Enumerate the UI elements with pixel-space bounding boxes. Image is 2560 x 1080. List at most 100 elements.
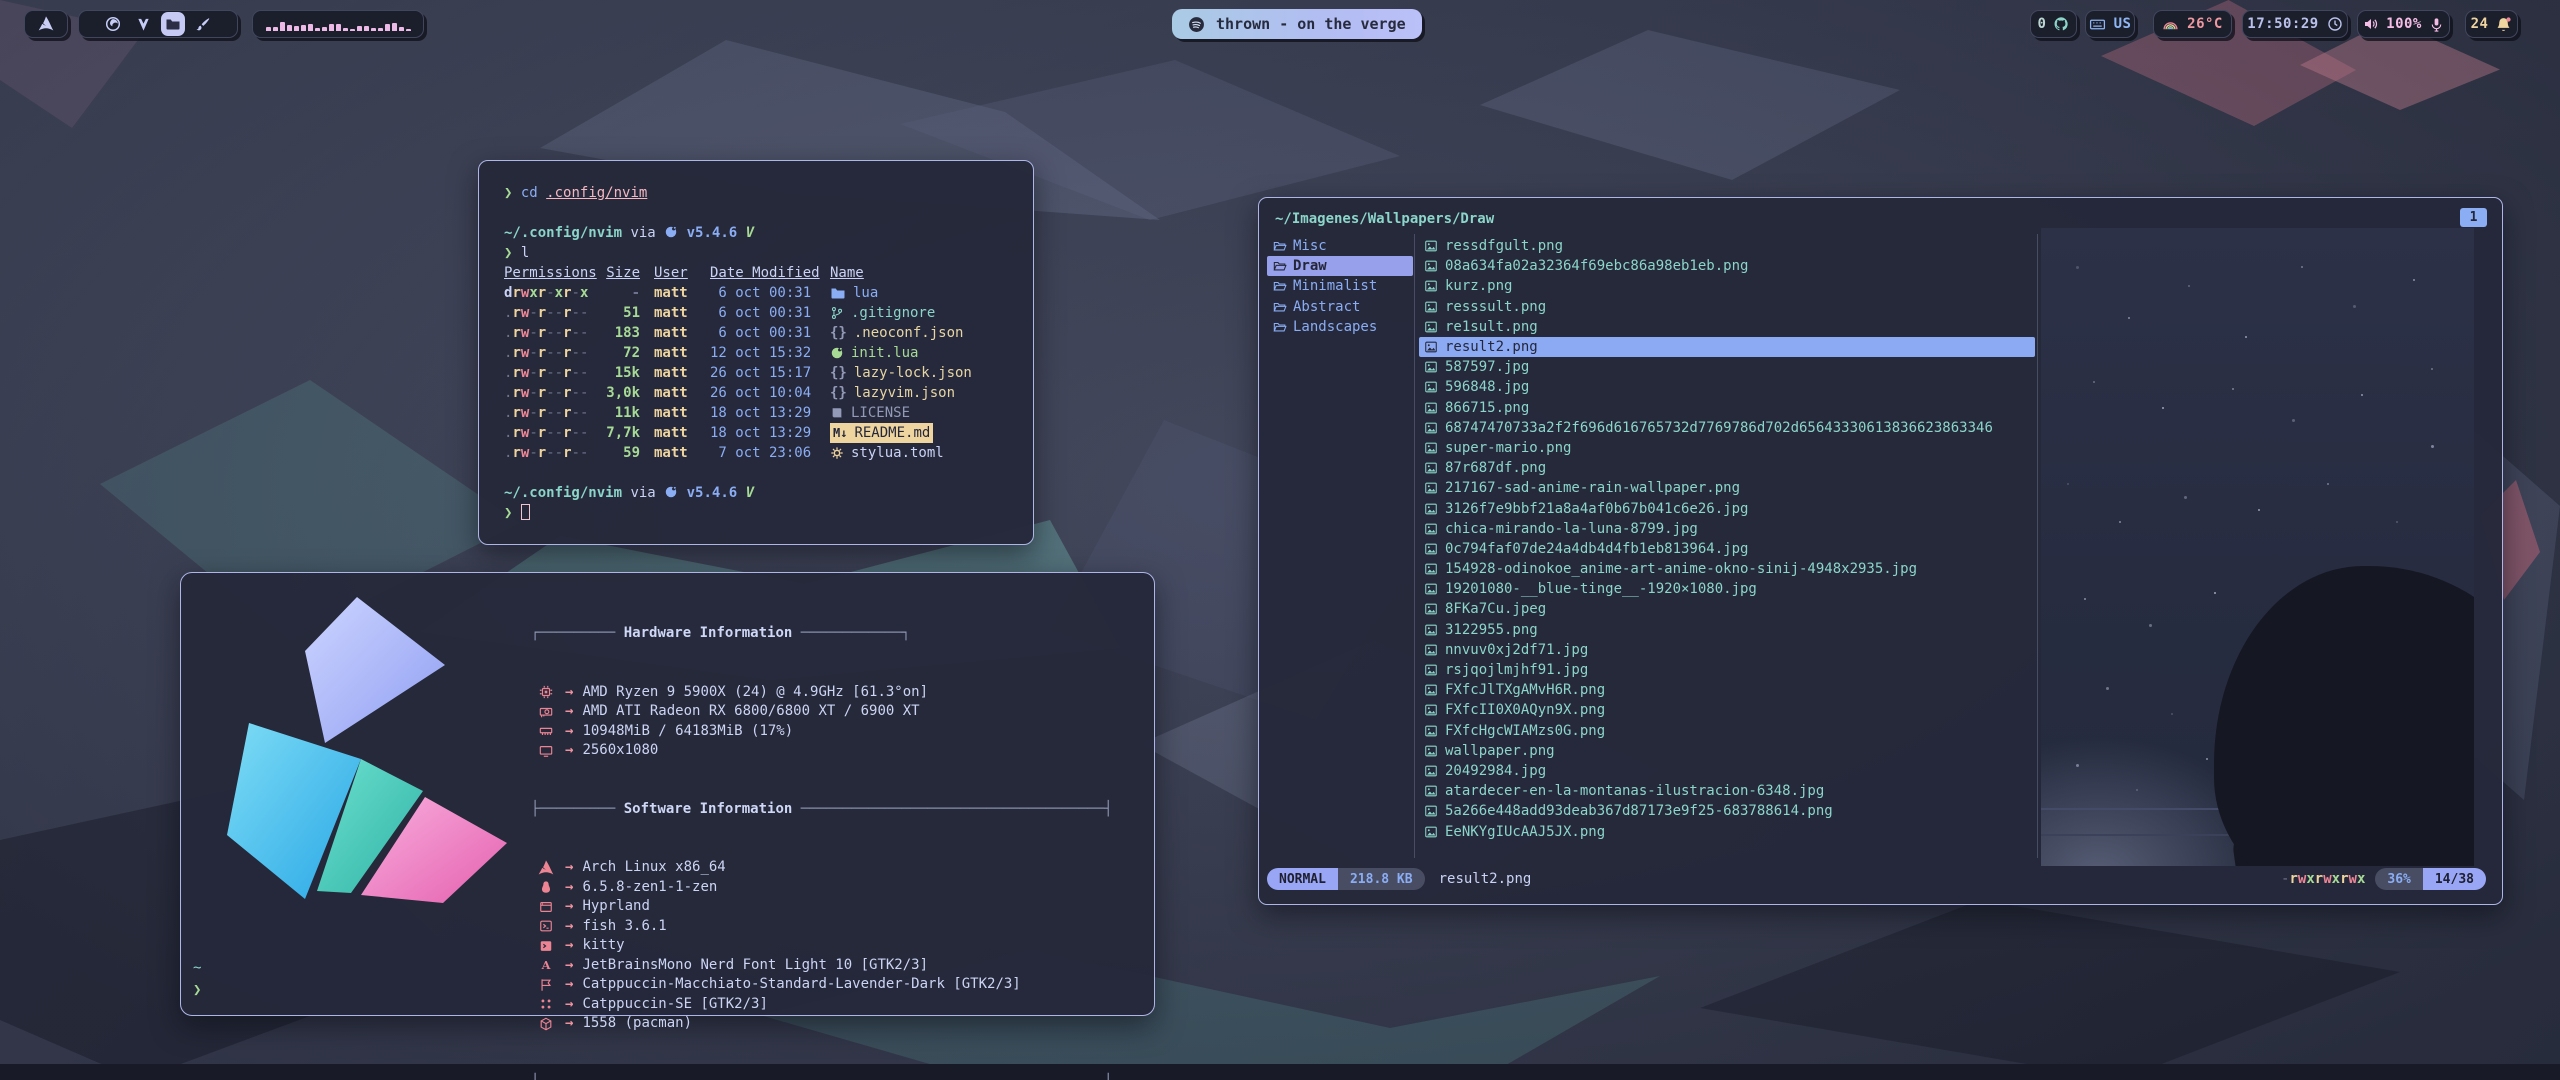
- terminal-window[interactable]: ❯ cd .config/nvim ~/.config/nvim via v5.…: [478, 160, 1034, 545]
- file-list-item[interactable]: 08a634fa02a32364f69ebc86a98eb1eb.png: [1419, 256, 2035, 276]
- preview-star: [2396, 521, 2398, 523]
- file-list-item[interactable]: 87r687df.png: [1419, 458, 2035, 478]
- clock-icon: [2327, 16, 2343, 32]
- image-icon: [1424, 784, 1438, 798]
- image-icon: [1424, 764, 1438, 778]
- audio-module[interactable]: 100%: [2357, 10, 2450, 38]
- workspace-button-4[interactable]: [191, 12, 215, 36]
- audio-visualizer: [262, 17, 415, 31]
- file-list-item[interactable]: EeNKYgIUcAAJ5JX.png: [1419, 821, 2035, 841]
- now-playing-pill[interactable]: thrown - on the verge: [1172, 9, 1422, 39]
- file-list-item[interactable]: atardecer-en-la-montanas-ilustracion-634…: [1419, 781, 2035, 801]
- preview-star: [2214, 592, 2216, 594]
- moon-icon: [830, 346, 844, 360]
- fetch-info-row: →kitty: [531, 936, 1113, 956]
- file-list-item[interactable]: resssult.png: [1419, 297, 2035, 317]
- file-list-item[interactable]: 68747470733a2f2f696d616765732d7769786d70…: [1419, 418, 2035, 438]
- visualizer-bar: [392, 23, 397, 31]
- file-list-item[interactable]: 217167-sad-anime-rain-wallpaper.png: [1419, 478, 2035, 498]
- clock-module[interactable]: 17:50:29: [2242, 10, 2348, 38]
- preview-star: [2076, 266, 2079, 269]
- sidebar-folder-draw[interactable]: Draw: [1267, 256, 1413, 276]
- visualizer-bar: [357, 26, 362, 31]
- file-list-item[interactable]: 19201080-__blue-tinge__-1920×1080.jpg: [1419, 579, 2035, 599]
- image-icon: [1424, 683, 1438, 697]
- preview-star: [2258, 509, 2260, 511]
- preview-star: [2353, 305, 2356, 308]
- visualizer-bar: [301, 25, 306, 31]
- image-icon: [1424, 703, 1438, 717]
- file-list-item[interactable]: super-mario.png: [1419, 438, 2035, 458]
- file-list-item[interactable]: wallpaper.png: [1419, 741, 2035, 761]
- sidebar-folder-abstract[interactable]: Abstract: [1267, 297, 1413, 317]
- keyboard-layout-module[interactable]: US: [2085, 10, 2135, 38]
- notifications-module[interactable]: 24: [2465, 10, 2518, 38]
- mic-icon: [2429, 17, 2444, 32]
- fetch-info-row: →fish 3.6.1: [531, 917, 1113, 937]
- folder-open-icon: [1273, 320, 1287, 334]
- file-list-item[interactable]: 5a266e448add93deab367d87173e9f25-6837886…: [1419, 801, 2035, 821]
- file-list-item[interactable]: re1sult.png: [1419, 317, 2035, 337]
- sidebar-folder-minimalist[interactable]: Minimalist: [1267, 276, 1413, 296]
- file-list-item[interactable]: ressdfgult.png: [1419, 236, 2035, 256]
- file-list-item[interactable]: 154928-odinokoe_anime-art-anime-okno-sin…: [1419, 559, 2035, 579]
- preview-star: [2184, 496, 2187, 499]
- nvim-icon: [136, 17, 151, 32]
- visualizer-bar: [399, 27, 404, 31]
- github-icon: [2053, 16, 2069, 32]
- weather-temp: 26°C: [2187, 16, 2223, 32]
- preview-star: [2171, 713, 2173, 715]
- preview-star: [2431, 368, 2433, 370]
- image-icon: [1424, 441, 1438, 455]
- image-icon: [1424, 320, 1438, 334]
- visualizer-bar: [287, 25, 292, 31]
- workspace-button-1[interactable]: [101, 12, 125, 36]
- file-list-item[interactable]: FXfcHgcWIAMzs0G.png: [1419, 721, 2035, 741]
- file-list-item[interactable]: 3126f7e9bbf21a8a4af0b67b041c6e26.jpg: [1419, 498, 2035, 518]
- file-list-item[interactable]: 587597.jpg: [1419, 357, 2035, 377]
- keyboard-layout: US: [2114, 16, 2132, 32]
- icons-icon: [537, 997, 555, 1011]
- sidebar-folder-misc[interactable]: Misc: [1267, 236, 1413, 256]
- image-icon: [1424, 542, 1438, 556]
- tab-badge[interactable]: 1: [2460, 208, 2487, 227]
- file-list-item[interactable]: 0c794faf07de24a4db4d4fb1eb813964.jpg: [1419, 539, 2035, 559]
- file-list-item[interactable]: 8FKa7Cu.jpeg: [1419, 599, 2035, 619]
- software-section-header: ├───────── Software Information ────────…: [531, 800, 1113, 820]
- terminal-prompt[interactable]: ❯: [504, 503, 1033, 523]
- folder-open-icon: [1273, 239, 1287, 253]
- file-list-item[interactable]: result2.png: [1419, 337, 2035, 357]
- fetch-prompt[interactable]: ~ ❯: [193, 957, 201, 1001]
- image-icon: [1424, 380, 1438, 394]
- brush-icon: [195, 16, 211, 32]
- visualizer-bar: [280, 22, 285, 31]
- visualizer-bar: [378, 28, 383, 31]
- sidebar-folder-landscapes[interactable]: Landscapes: [1267, 317, 1413, 337]
- file-list-item[interactable]: kurz.png: [1419, 276, 2035, 296]
- file-manager-window[interactable]: ~/Imagenes/Wallpapers/Draw 1 MiscDrawMin…: [1258, 197, 2503, 905]
- file-list-item[interactable]: 596848.jpg: [1419, 377, 2035, 397]
- file-list-item[interactable]: 3122955.png: [1419, 620, 2035, 640]
- weather-module[interactable]: 26°C: [2153, 10, 2232, 38]
- table-row: .rw-r--r--15kmatt26 oct 15:17{}lazy-lock…: [504, 363, 1033, 383]
- workspaces-island: [78, 10, 238, 38]
- file-list-panel: ressdfgult.png08a634fa02a32364f69ebc86a9…: [1419, 236, 2035, 842]
- file-list-item[interactable]: rsjqojlmjhf91.jpg: [1419, 660, 2035, 680]
- file-list-item[interactable]: 20492984.jpg: [1419, 761, 2035, 781]
- file-list-item[interactable]: FXfcJlTXgAMvH6R.png: [1419, 680, 2035, 700]
- book-icon: [830, 406, 844, 420]
- fetch-window[interactable]: ┌───────── Hardware Information ────────…: [180, 572, 1155, 1016]
- file-list-item[interactable]: 866715.png: [1419, 398, 2035, 418]
- folder-open-icon: [1273, 279, 1287, 293]
- file-list-item[interactable]: nnvuv0xj2df71.jpg: [1419, 640, 2035, 660]
- braces-icon: {}: [830, 323, 847, 343]
- workspace-button-3[interactable]: [161, 12, 185, 36]
- fetch-info-row: →2560x1080: [531, 741, 1113, 761]
- workspace-button-2[interactable]: [131, 12, 155, 36]
- file-list-item[interactable]: chica-mirando-la-luna-8799.jpg: [1419, 519, 2035, 539]
- github-module[interactable]: 0: [2030, 10, 2077, 38]
- gear-icon: [830, 446, 844, 460]
- visualizer-bar: [273, 27, 278, 31]
- launcher-button[interactable]: [24, 10, 68, 38]
- file-list-item[interactable]: FXfcII0X0AQyn9X.png: [1419, 700, 2035, 720]
